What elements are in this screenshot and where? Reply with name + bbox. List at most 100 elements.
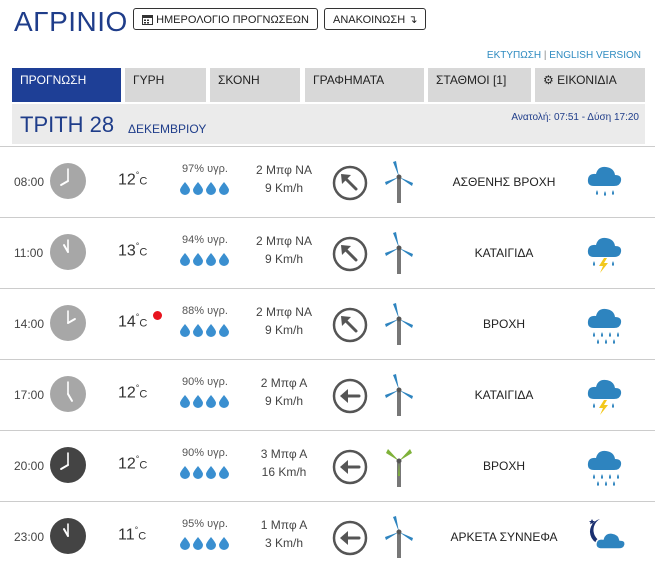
tab-pollen[interactable]: ΓΥΡΗ [125,68,206,102]
humidity-drops-icon [180,181,234,195]
row-humidity: 88% υγρ. [182,305,228,317]
row-description: ΚΑΤΑΙΓΙΔΑ [474,246,534,260]
row-description: ΑΡΚΕΤΑ ΣΥΝΝΕΦΑ [450,530,558,544]
row-time: 14:00 [14,317,45,331]
tab-charts[interactable]: ΓΡΑΦΗΜΑΤΑ [305,68,424,102]
temperature-value: 13 [118,242,136,260]
thunderstorm-icon [584,373,626,420]
tab-icons-label: ΕΙΚΟΝΙΔΙΑ [557,73,617,87]
temperature-value: 12 [118,384,136,402]
forecast-row: 17:00 12°C 90% υγρ. 2 Μπφ Α 9 Km/h ΚΑΤΑΙΓΙΔΑ [0,359,655,431]
wind-direction-icon [332,520,368,561]
day-month: ΔΕΚΕΜΒΡΙΟΥ [128,122,207,136]
row-humidity: 95% υγρ. [182,518,228,530]
gear-icon: ⚙ [543,73,554,87]
announcement-button[interactable]: ΑΝΑΚΟΙΝΩΣΗ ↴ [324,8,427,30]
tab-forecast-label: ΠΡΟΓΝΩΣΗ [20,73,87,87]
row-time: 08:00 [14,175,45,189]
night-cloudy-icon [584,515,628,562]
row-time: 23:00 [14,530,45,544]
row-temperature: 14°C [118,312,147,331]
wind-turbine-icon [383,374,415,423]
row-wind-beaufort: 3 Μπφ Α [260,447,308,461]
tab-dust[interactable]: ΣΚΟΝΗ [210,68,300,102]
wind-direction-icon [332,378,368,419]
print-link[interactable]: ΕΚΤΥΠΩΣΗ [487,50,541,61]
wind-turbine-icon [383,445,415,494]
row-wind-beaufort: 2 Μπφ ΝΑ [256,234,312,248]
clock-icon [50,376,86,417]
row-humidity: 94% υγρ. [182,234,228,246]
row-wind-beaufort: 1 Μπφ Α [260,518,308,532]
row-temperature: 13°C [118,241,147,260]
row-wind-beaufort: 2 Μπφ ΝΑ [256,163,312,177]
temperature-unit: C [139,246,148,259]
row-wind-speed: 9 Km/h [264,394,303,408]
row-description: ΒΡΟΧΗ [482,317,525,331]
row-time: 11:00 [14,246,44,260]
clock-icon [50,518,86,559]
row-humidity: 97% υγρ. [182,163,228,175]
temperature-unit: C [139,459,148,472]
forecast-row: 20:00 12°C 90% υγρ. 3 Μπφ Α 16 Km/h ΒΡΟΧΗ [0,430,655,502]
humidity-drops-icon [180,536,234,550]
row-humidity: 90% υγρ. [182,447,228,459]
forecast-row: 08:00 12°C 97% υγρ. 2 Μπφ ΝΑ 9 Km/h ΑΣΘΕΝΗΣ Β… [0,146,655,218]
turn-arrow-icon: ↴ [408,14,418,26]
row-wind-beaufort: 2 Μπφ Α [260,376,308,390]
temperature-value: 12 [118,171,136,189]
tab-icons[interactable]: ⚙ ΕΙΚΟΝΙΔΙΑ [535,68,645,102]
row-time: 17:00 [14,388,45,402]
temperature-value: 14 [118,313,136,331]
row-temperature: 11°C [118,525,146,544]
announcement-label: ΑΝΑΚΟΙΝΩΣΗ [333,14,406,26]
row-temperature: 12°C [118,454,147,473]
city-title: ΑΓΡΙΝΙΟ [14,6,128,37]
wind-turbine-icon [383,303,415,352]
clock-icon [50,305,86,346]
day-name: ΤΡΙΤΗ 28 [20,112,115,137]
humidity-drops-icon [180,323,234,337]
temperature-value: 11 [118,526,135,544]
clock-icon [50,234,86,275]
row-humidity: 90% υγρ. [182,376,228,388]
tab-stations-label: ΣΤΑΘΜΟΙ [1] [436,73,507,87]
wind-direction-icon [332,449,368,490]
temperature-unit: C [139,317,148,330]
top-links: ΕΚΤΥΠΩΣΗ | ENGLISH VERSION [487,50,641,61]
row-temperature: 12°C [118,170,147,189]
light-rain-icon [584,160,626,207]
forecast-calendar-label: ΗΜΕΡΟΛΟΓΙΟ ΠΡΟΓΝΩΣΕΩΝ [156,14,309,26]
forecast-row: 14:00 14°C 88% υγρ. 2 Μπφ ΝΑ 9 Km/h ΒΡΟΧΗ [0,288,655,360]
temperature-value: 12 [118,455,136,473]
tab-forecast[interactable]: ΠΡΟΓΝΩΣΗ [12,68,121,102]
row-wind-beaufort: 2 Μπφ ΝΑ [256,305,312,319]
humidity-drops-icon [180,394,234,408]
humidity-drops-icon [180,252,234,266]
row-description: ΒΡΟΧΗ [482,459,525,473]
forecast-row: 23:00 11°C 95% υγρ. 1 Μπφ Α 3 Km/h ΑΡΚΕΤΑ ΣΥΝ… [0,501,655,573]
warning-dot-icon[interactable] [153,311,162,320]
tab-pollen-label: ΓΥΡΗ [133,73,165,87]
temperature-unit: C [139,175,148,188]
thunderstorm-icon [584,231,626,278]
sunrise-sunset: Ανατολή: 07:51 - Δύση 17:20 [511,112,639,123]
row-wind-speed: 9 Km/h [264,181,303,195]
tab-dust-label: ΣΚΟΝΗ [218,73,260,87]
humidity-drops-icon [180,465,234,479]
row-description: ΚΑΤΑΙΓΙΔΑ [474,388,534,402]
wind-direction-icon [332,307,368,348]
tab-stations[interactable]: ΣΤΑΘΜΟΙ [1] [428,68,531,102]
wind-turbine-icon [383,161,415,210]
row-wind-speed: 16 Km/h [261,465,307,479]
rain-icon [584,444,626,493]
row-time: 20:00 [14,459,45,473]
temperature-unit: C [139,388,148,401]
english-version-link[interactable]: ENGLISH VERSION [549,50,641,61]
row-temperature: 12°C [118,383,147,402]
forecast-calendar-button[interactable]: ΗΜΕΡΟΛΟΓΙΟ ΠΡΟΓΝΩΣΕΩΝ [133,8,318,30]
calendar-icon [142,14,153,26]
tab-charts-label: ΓΡΑΦΗΜΑΤΑ [313,73,385,87]
day-header: ΤΡΙΤΗ 28 ΔΕΚΕΜΒΡΙΟΥ Ανατολή: 07:51 - Δύσ… [12,104,645,144]
tab-bar: ΠΡΟΓΝΩΣΗ ΓΥΡΗ ΣΚΟΝΗ ΓΡΑΦΗΜΑΤΑ ΣΤΑΘΜΟΙ [1… [12,68,645,102]
